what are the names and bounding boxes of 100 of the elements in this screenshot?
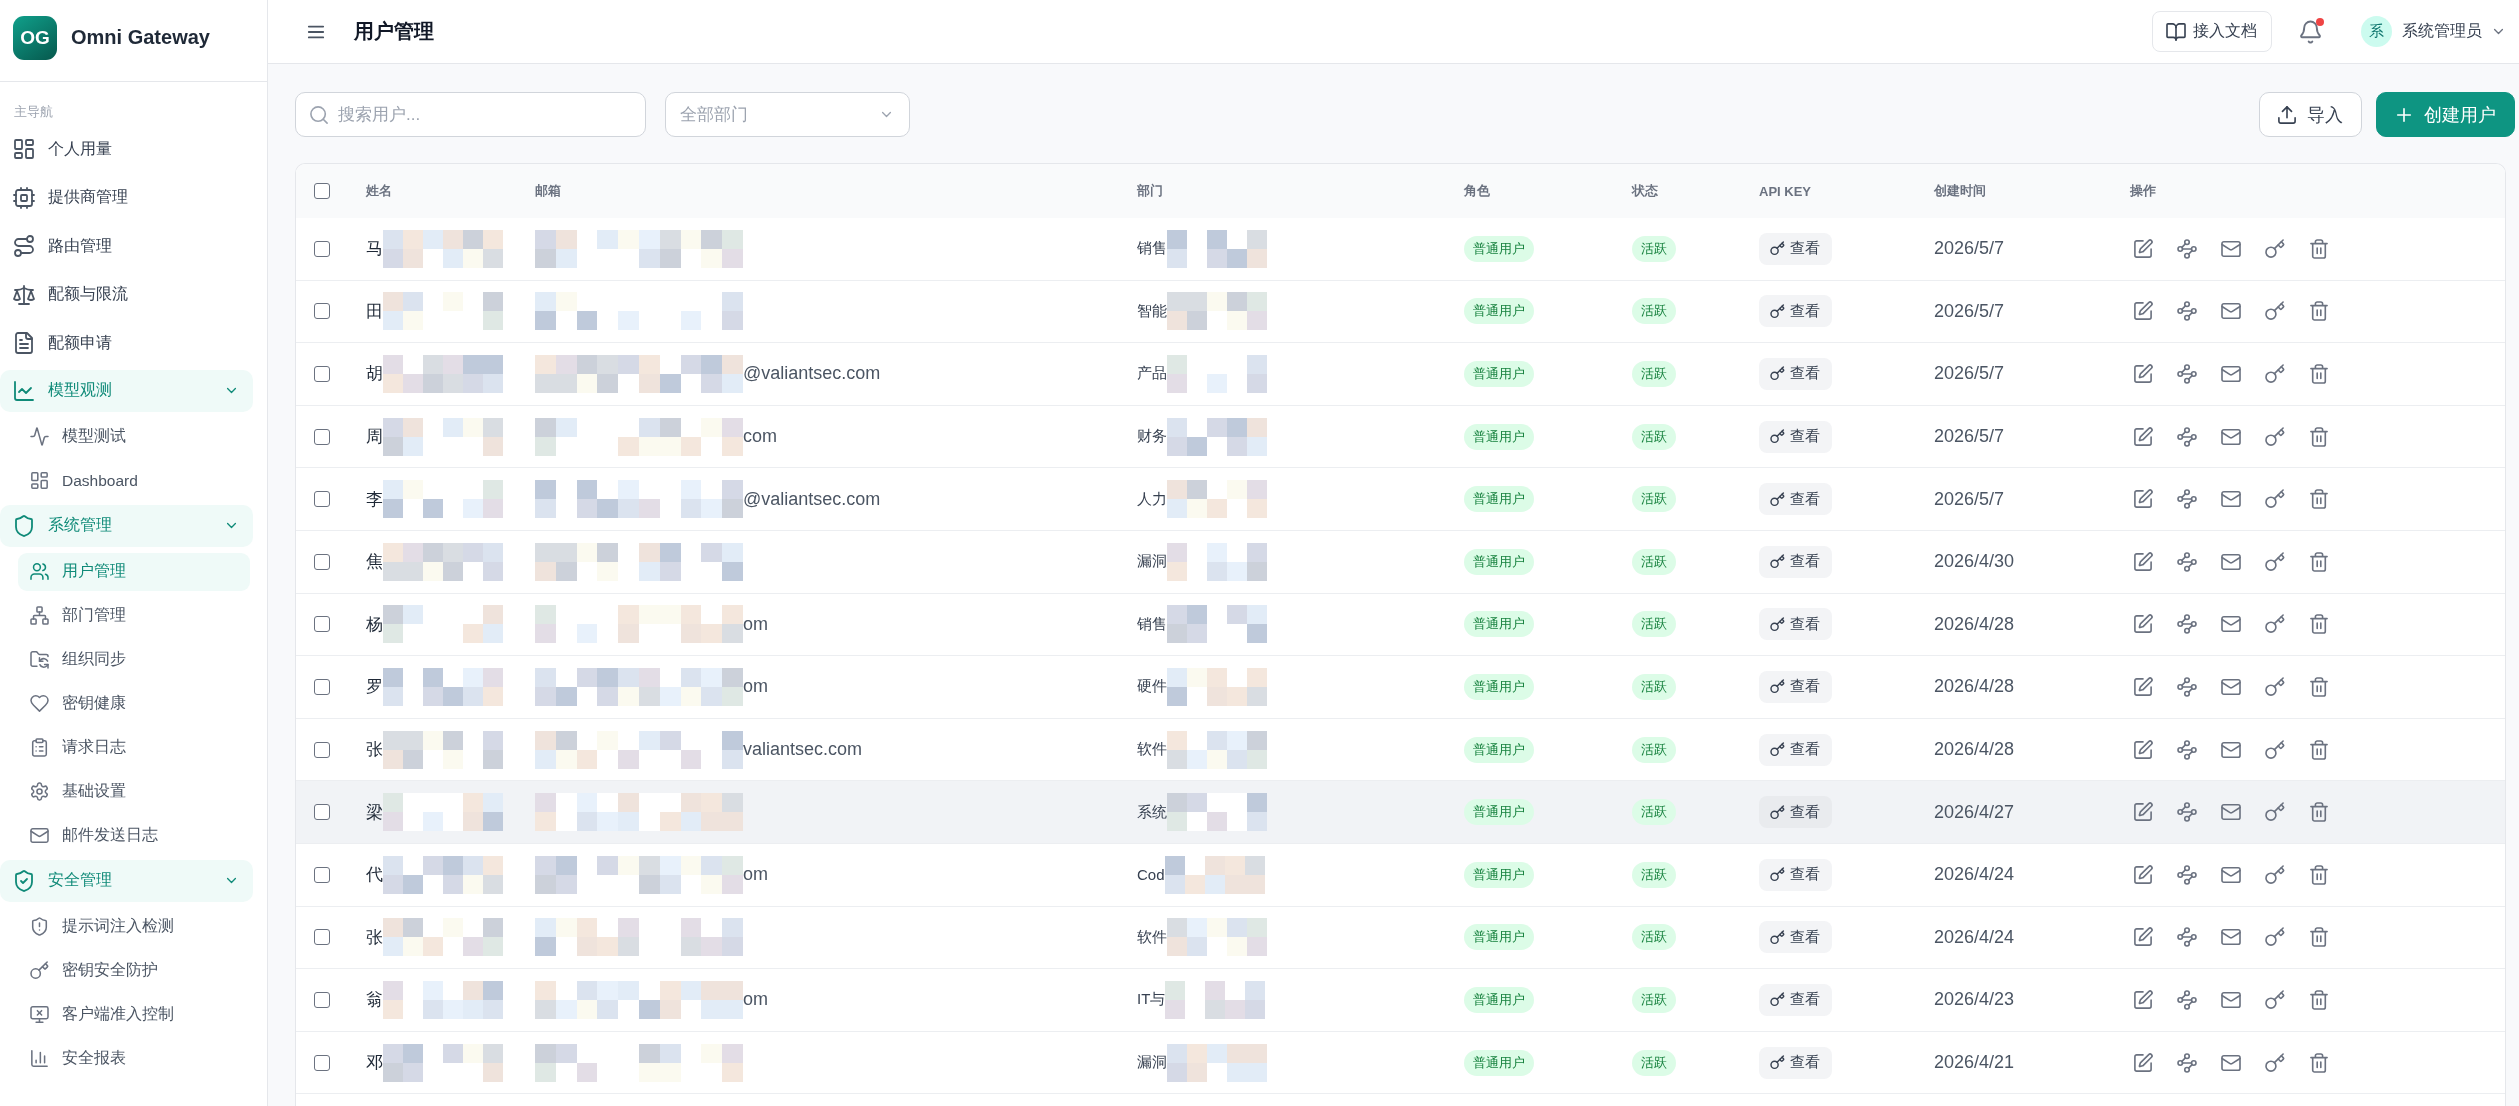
api-key-button[interactable]: 查看 — [1759, 796, 1832, 829]
document-icon — [14, 333, 34, 354]
edit-icon — [2134, 302, 2152, 321]
search-field[interactable]: 搜索用户... — [295, 92, 646, 137]
trash-icon — [2310, 928, 2328, 947]
create-button[interactable]: 创建用户 — [2376, 92, 2515, 137]
nav-item[interactable]: 路由管理 — [0, 222, 253, 271]
nodes-icon — [2178, 365, 2196, 383]
checkbox[interactable] — [314, 678, 330, 695]
checkbox[interactable] — [314, 991, 330, 1008]
user-name: 张 — [366, 739, 383, 762]
status-badge: 活跃 — [1632, 861, 1676, 888]
key-icon — [1771, 555, 1784, 569]
checkbox[interactable] — [314, 183, 330, 199]
nav-item[interactable]: 密钥健康 — [18, 684, 250, 723]
docs-button[interactable]: 接入文档 — [2152, 11, 2272, 52]
created-date: 2026/4/30 — [1934, 551, 2015, 573]
api-key-button[interactable]: 查看 — [1759, 733, 1832, 766]
mail-icon — [2222, 239, 2240, 258]
edit-icon — [2134, 740, 2152, 759]
nav-item[interactable]: 安全报表 — [18, 1039, 250, 1078]
edit-icon — [2134, 427, 2152, 446]
checkbox[interactable] — [314, 553, 330, 570]
import-button[interactable]: 导入 — [2259, 92, 2362, 137]
user-name: 邓 — [366, 1052, 383, 1074]
checkbox[interactable] — [314, 491, 330, 508]
nav-item[interactable]: 用户管理 — [18, 552, 250, 591]
column-header: 邮箱 — [535, 182, 561, 200]
checkbox[interactable] — [314, 616, 330, 633]
nav-item[interactable]: 个人用量 — [0, 125, 253, 174]
search-icon — [310, 105, 328, 124]
nav-item[interactable]: Dashboard — [18, 461, 250, 500]
checkbox[interactable] — [314, 929, 330, 946]
nav-item[interactable]: 邮件发送日志 — [18, 816, 250, 855]
key-icon — [2266, 239, 2284, 258]
nav-item[interactable]: 组织同步 — [18, 640, 250, 679]
nav-item[interactable]: 配额申请 — [0, 319, 253, 368]
api-key-button[interactable]: 查看 — [1759, 420, 1832, 453]
checkbox[interactable] — [314, 1054, 330, 1071]
nodes-button[interactable] — [2174, 361, 2200, 387]
key-icon — [2266, 302, 2284, 321]
user-name: 梁 — [366, 801, 383, 824]
edit-icon — [2134, 803, 2152, 822]
column-header: 状态 — [1632, 182, 1658, 200]
user-avatar[interactable]: 系 — [2361, 16, 2392, 47]
api-key-button[interactable]: 查看 — [1759, 1046, 1832, 1079]
api-key-button[interactable]: 查看 — [1759, 358, 1832, 390]
nodes-icon — [2178, 239, 2196, 258]
nav-item[interactable]: 客户端准入控制 — [18, 995, 250, 1034]
status-badge: 活跃 — [1632, 986, 1676, 1013]
checkbox[interactable] — [314, 240, 330, 257]
key-icon — [1771, 304, 1784, 318]
status-badge: 活跃 — [1632, 799, 1676, 826]
created-date: 2026/4/28 — [1934, 676, 2015, 698]
nav-group-header[interactable]: 安全管理 — [0, 859, 253, 902]
nav-item[interactable]: 提示词注入检测 — [18, 907, 250, 946]
nodes-icon — [2178, 490, 2196, 509]
edit-icon — [2134, 552, 2152, 571]
user-name[interactable]: 系统管理员 — [2402, 21, 2482, 42]
nav-item[interactable]: 请求日志 — [18, 728, 250, 767]
checkbox[interactable] — [314, 741, 330, 758]
role-badge: 普通用户 — [1464, 1049, 1534, 1076]
key-icon — [2266, 990, 2284, 1009]
api-key-button[interactable]: 查看 — [1759, 858, 1832, 891]
grid-icon — [31, 472, 48, 489]
nav-item[interactable]: 基础设置 — [18, 772, 250, 811]
key-icon — [1771, 1056, 1784, 1069]
nav-item[interactable]: 配额与限流 — [0, 270, 253, 319]
checkbox[interactable] — [314, 804, 330, 821]
api-key-button[interactable]: 查看 — [1759, 921, 1832, 954]
api-key-button[interactable]: 查看 — [1759, 983, 1832, 1016]
nav-group-header[interactable]: 系统管理 — [0, 504, 253, 547]
nodes-icon — [2178, 427, 2196, 446]
api-key-button[interactable]: 查看 — [1759, 608, 1832, 641]
key-icon — [2266, 427, 2284, 446]
column-header: 部门 — [1137, 182, 1163, 200]
mail-icon — [2222, 677, 2240, 696]
nav-item[interactable]: 模型测试 — [18, 417, 250, 456]
api-key-button[interactable]: 查看 — [1759, 545, 1832, 578]
email-text: @valiantsec.com — [742, 488, 881, 510]
department-text: 软件 — [1137, 927, 1167, 947]
api-key-button[interactable]: 查看 — [1759, 670, 1832, 703]
checkbox[interactable] — [314, 866, 330, 883]
api-key-button[interactable]: 查看 — [1759, 232, 1832, 265]
api-key-button[interactable]: 查看 — [1759, 483, 1832, 516]
nav-item[interactable]: 部门管理 — [18, 596, 250, 635]
bell-icon[interactable] — [2300, 20, 2321, 43]
checkbox[interactable] — [314, 366, 330, 382]
nav-item[interactable]: 提供商管理 — [0, 173, 253, 222]
nav-group-header[interactable]: 模型观测 — [0, 369, 253, 412]
scale-icon — [14, 284, 34, 305]
status-badge: 活跃 — [1632, 235, 1676, 262]
checkbox[interactable] — [314, 303, 330, 320]
checkbox[interactable] — [314, 428, 330, 445]
trash-icon — [2310, 615, 2328, 634]
nav-item[interactable]: 密钥安全防护 — [18, 951, 250, 990]
shield-icon — [14, 515, 34, 536]
created-date: 2026/5/7 — [1934, 363, 2005, 385]
user-name: 翁 — [366, 989, 383, 1012]
api-key-button[interactable]: 查看 — [1759, 295, 1832, 328]
